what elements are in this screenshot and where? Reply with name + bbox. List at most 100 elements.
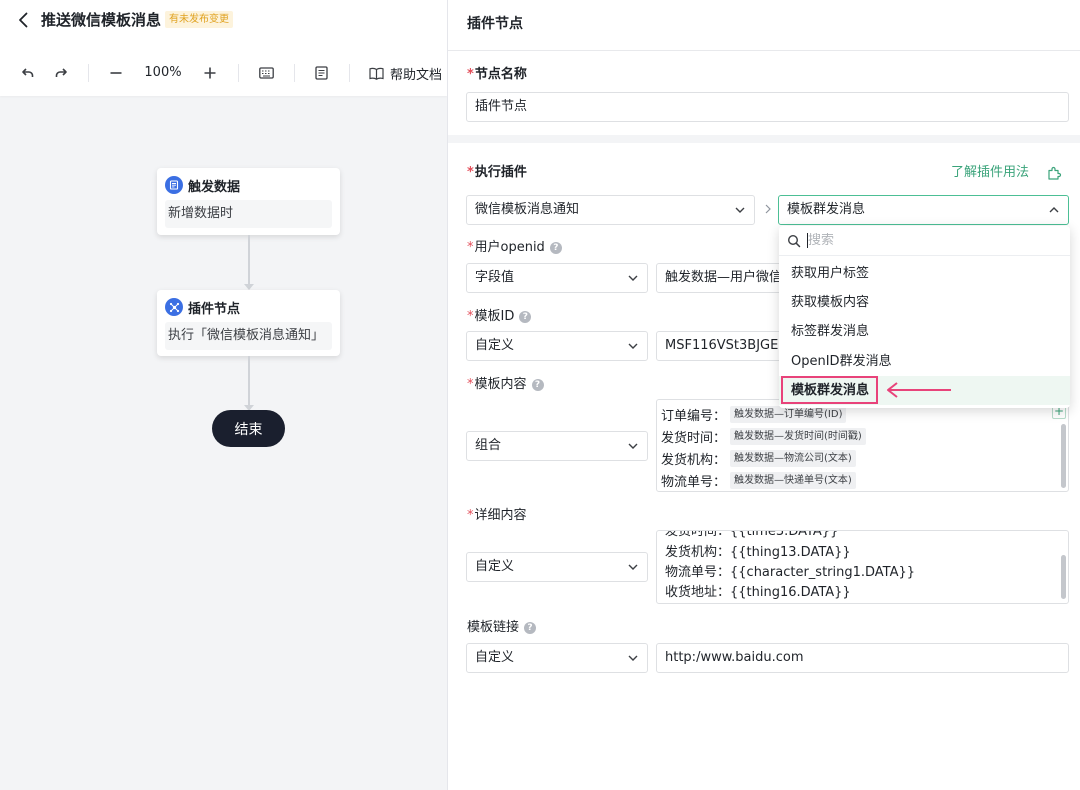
puzzle-icon[interactable] <box>1046 165 1062 181</box>
template-link-type-select[interactable]: 自定义 <box>466 643 648 673</box>
toolbar-divider <box>238 64 239 82</box>
data-trigger-icon <box>165 176 183 194</box>
plus-icon <box>204 67 216 79</box>
chevron-down-icon <box>628 655 638 661</box>
content-pair-row: 发货时间： 触发数据—发货时间(时间戳) <box>661 427 866 446</box>
panel-divider <box>448 50 1080 51</box>
undo-icon <box>22 68 34 77</box>
panel-title: 插件节点 <box>467 16 523 32</box>
openid-label: * 用户openid? <box>467 239 562 257</box>
help-icon[interactable]: ? <box>549 242 562 254</box>
node-name-label: * 节点名称 <box>467 67 527 82</box>
notes-button[interactable] <box>313 63 329 83</box>
flow-connector <box>248 356 250 406</box>
trigger-node-body: 新增数据时 <box>165 200 332 228</box>
keyboard-shortcuts-button[interactable] <box>258 63 274 83</box>
plugin-select[interactable]: 微信模板消息通知 <box>466 195 755 225</box>
flow-topbar: 推送微信模板消息 有未发布变更 100% 帮助文档 <box>0 0 447 96</box>
plugin-usage-link[interactable]: 了解插件用法 <box>951 164 1029 182</box>
plugin-select-value: 微信模板消息通知 <box>475 202 580 217</box>
openid-type-value: 字段值 <box>475 270 515 285</box>
content-key: 发货机构： <box>661 453 727 468</box>
option-get-user-tags[interactable]: 获取用户标签 <box>779 259 1070 288</box>
detail-line: 发货机构：{{thing13.DATA}} <box>665 545 851 560</box>
chevron-right-icon <box>765 204 771 214</box>
help-icon[interactable]: ? <box>531 379 544 391</box>
plugin-action-select[interactable]: 模板群发消息 <box>778 195 1069 225</box>
trigger-node-header: 触发数据 <box>165 176 241 195</box>
template-content-label: * 模板内容? <box>467 376 544 394</box>
help-docs-button[interactable]: 帮助文档 <box>369 63 442 83</box>
section-divider <box>448 135 1080 143</box>
help-docs-label: 帮助文档 <box>390 67 443 83</box>
detail-line: 收货地址：{{thing16.DATA}} <box>665 585 851 600</box>
unpublished-badge: 有未发布变更 <box>165 11 233 28</box>
back-arrow-icon[interactable] <box>14 10 34 30</box>
field-token[interactable]: 触发数据—快递单号(文本) <box>730 472 856 489</box>
minus-icon <box>110 72 122 74</box>
end-node[interactable]: 结束 <box>212 410 285 447</box>
execute-plugin-label: * 执行插件 <box>467 165 527 180</box>
flow-canvas[interactable]: 推送微信模板消息 有未发布变更 100% 帮助文档 触发数据 新增数据时 插件节… <box>0 0 447 790</box>
help-icon[interactable]: ? <box>524 622 537 634</box>
openid-type-select[interactable]: 字段值 <box>466 263 648 293</box>
toolbar-divider <box>349 64 350 82</box>
chevron-down-icon <box>628 275 638 281</box>
toolbar-divider <box>294 64 295 82</box>
scrollbar[interactable] <box>1061 555 1066 599</box>
field-token[interactable]: 触发数据—物流公司(文本) <box>730 450 856 467</box>
plugin-node-title: 插件节点 <box>188 301 241 317</box>
toolbar-divider <box>88 64 89 82</box>
node-name-input[interactable]: 插件节点 <box>466 92 1069 122</box>
template-content-type-value: 组合 <box>475 438 502 453</box>
zoom-in-button[interactable] <box>202 63 218 83</box>
undo-button[interactable] <box>20 63 36 83</box>
field-token[interactable]: 触发数据—发货时间(时间戳) <box>730 428 866 445</box>
detail-content-label: * 详细内容 <box>467 508 527 523</box>
trigger-node[interactable]: 触发数据 新增数据时 <box>157 168 340 235</box>
chevron-down-icon <box>628 443 638 449</box>
detail-line: 物流单号：{{character_string1.DATA}} <box>665 565 916 580</box>
search-icon <box>787 234 801 247</box>
option-openid-broadcast[interactable]: OpenID群发消息 <box>779 347 1070 376</box>
template-id-type-value: 自定义 <box>475 338 515 353</box>
content-key: 订单编号： <box>661 409 727 424</box>
scrollbar[interactable] <box>1061 424 1066 488</box>
redo-button[interactable] <box>53 63 69 83</box>
content-key: 发货时间： <box>661 431 727 446</box>
template-id-label: * 模板ID? <box>467 308 532 326</box>
detail-content-type-select[interactable]: 自定义 <box>466 552 648 582</box>
template-content-type-select[interactable]: 组合 <box>466 431 648 461</box>
help-icon[interactable]: ? <box>519 311 532 323</box>
zoom-out-button[interactable] <box>108 63 124 83</box>
keyboard-icon <box>258 67 274 79</box>
template-link-label: 模板链接? <box>467 619 537 637</box>
field-token[interactable]: 触发数据—订单编号(ID) <box>730 406 847 423</box>
template-link-type-value: 自定义 <box>475 650 515 665</box>
template-content-editor[interactable]: 订单编号： 触发数据—订单编号(ID) 发货时间： 触发数据—发货时间(时间戳) 发… <box>656 399 1069 492</box>
content-key: 物流单号： <box>661 475 727 490</box>
template-id-type-select[interactable]: 自定义 <box>466 331 648 361</box>
flow-title: 推送微信模板消息 <box>41 11 162 29</box>
option-get-template-content[interactable]: 获取模板内容 <box>779 288 1070 317</box>
book-icon <box>369 67 384 80</box>
detail-content-textarea[interactable]: 发货时间：{{time3.DATA}} 发货机构：{{thing13.DATA}… <box>656 530 1069 604</box>
redo-icon <box>55 68 67 77</box>
zoom-level: 100% <box>144 65 182 80</box>
content-pair-row: 发货机构： 触发数据—物流公司(文本) <box>661 449 856 468</box>
chevron-down-icon <box>628 343 638 349</box>
plugin-icon <box>165 298 183 316</box>
plugin-node[interactable]: 插件节点 执行「微信模板消息通知」 <box>157 290 340 356</box>
trigger-node-title: 触发数据 <box>188 179 241 195</box>
detail-content-type-value: 自定义 <box>475 559 515 574</box>
plugin-node-body: 执行「微信模板消息通知」 <box>165 322 332 350</box>
plugin-node-header: 插件节点 <box>165 298 241 317</box>
chevron-up-icon <box>1049 207 1059 213</box>
dropdown-search <box>779 226 1070 256</box>
option-tag-broadcast[interactable]: 标签群发消息 <box>779 317 1070 346</box>
arrow-left-annotation-icon <box>887 382 951 398</box>
template-link-input[interactable]: http:/www.baidu.com <box>656 643 1069 673</box>
dropdown-search-input[interactable] <box>808 233 1048 248</box>
chevron-down-icon <box>628 564 638 570</box>
node-config-panel: 插件节点 * 节点名称 插件节点 * 执行插件 了解插件用法 微信模板消息通知 模板… <box>447 0 1080 790</box>
